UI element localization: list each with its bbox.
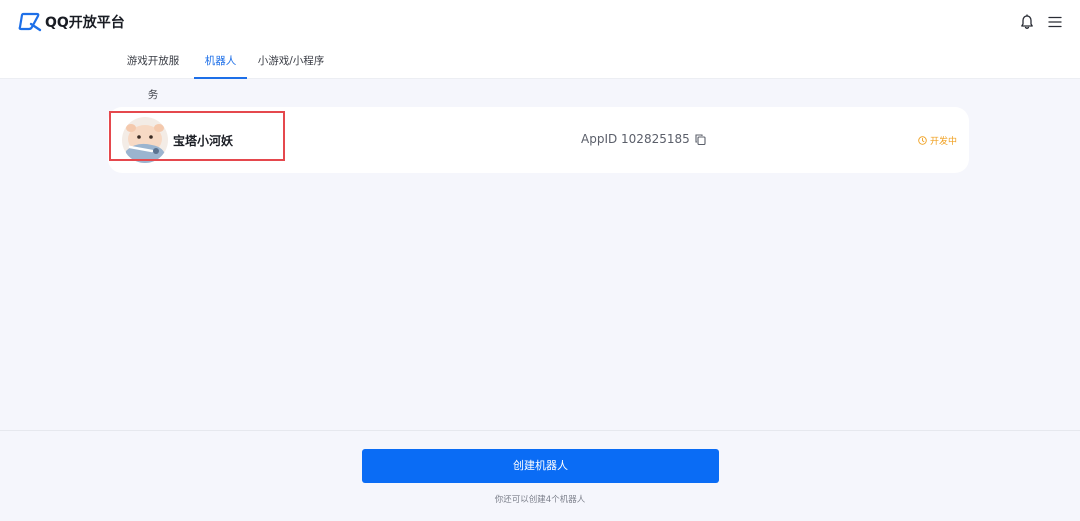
page: QQ开放平台 游戏开放服务 机器人 小游戏/小程序 宝塔小河妖 AppID 10…	[0, 0, 1080, 521]
bottom-bar: 创建机器人 你还可以创建4个机器人	[0, 430, 1080, 521]
status-badge: 开发中	[918, 134, 957, 147]
menu-icon[interactable]	[1048, 15, 1062, 29]
appid-label: AppID 102825185	[581, 132, 690, 146]
qq-logo-icon	[18, 12, 42, 32]
logo[interactable]: QQ开放平台	[18, 11, 125, 33]
bot-card[interactable]: 宝塔小河妖 AppID 102825185 开发中	[108, 107, 969, 173]
remaining-hint: 你还可以创建4个机器人	[494, 495, 586, 505]
appid-display: AppID 102825185	[581, 132, 706, 146]
status-text: 开发中	[929, 137, 957, 147]
tab-mini-games[interactable]: 小游戏/小程序	[257, 44, 325, 78]
header-actions	[1019, 14, 1062, 30]
create-robot-button[interactable]: 创建机器人	[362, 449, 719, 483]
tab-robot[interactable]: 机器人	[194, 44, 247, 79]
tab-game-services[interactable]: 游戏开放服务	[122, 44, 184, 101]
clock-icon	[918, 136, 927, 145]
copy-icon[interactable]	[695, 133, 706, 145]
logo-text: QQ开放平台	[45, 15, 125, 31]
nav-tabs: 游戏开放服务 机器人 小游戏/小程序	[0, 44, 1080, 101]
top-header: QQ开放平台	[0, 0, 1080, 44]
bot-avatar-icon	[122, 117, 168, 163]
avatar	[122, 117, 168, 163]
bell-icon[interactable]	[1019, 14, 1035, 30]
bot-name[interactable]: 宝塔小河妖	[173, 132, 233, 149]
